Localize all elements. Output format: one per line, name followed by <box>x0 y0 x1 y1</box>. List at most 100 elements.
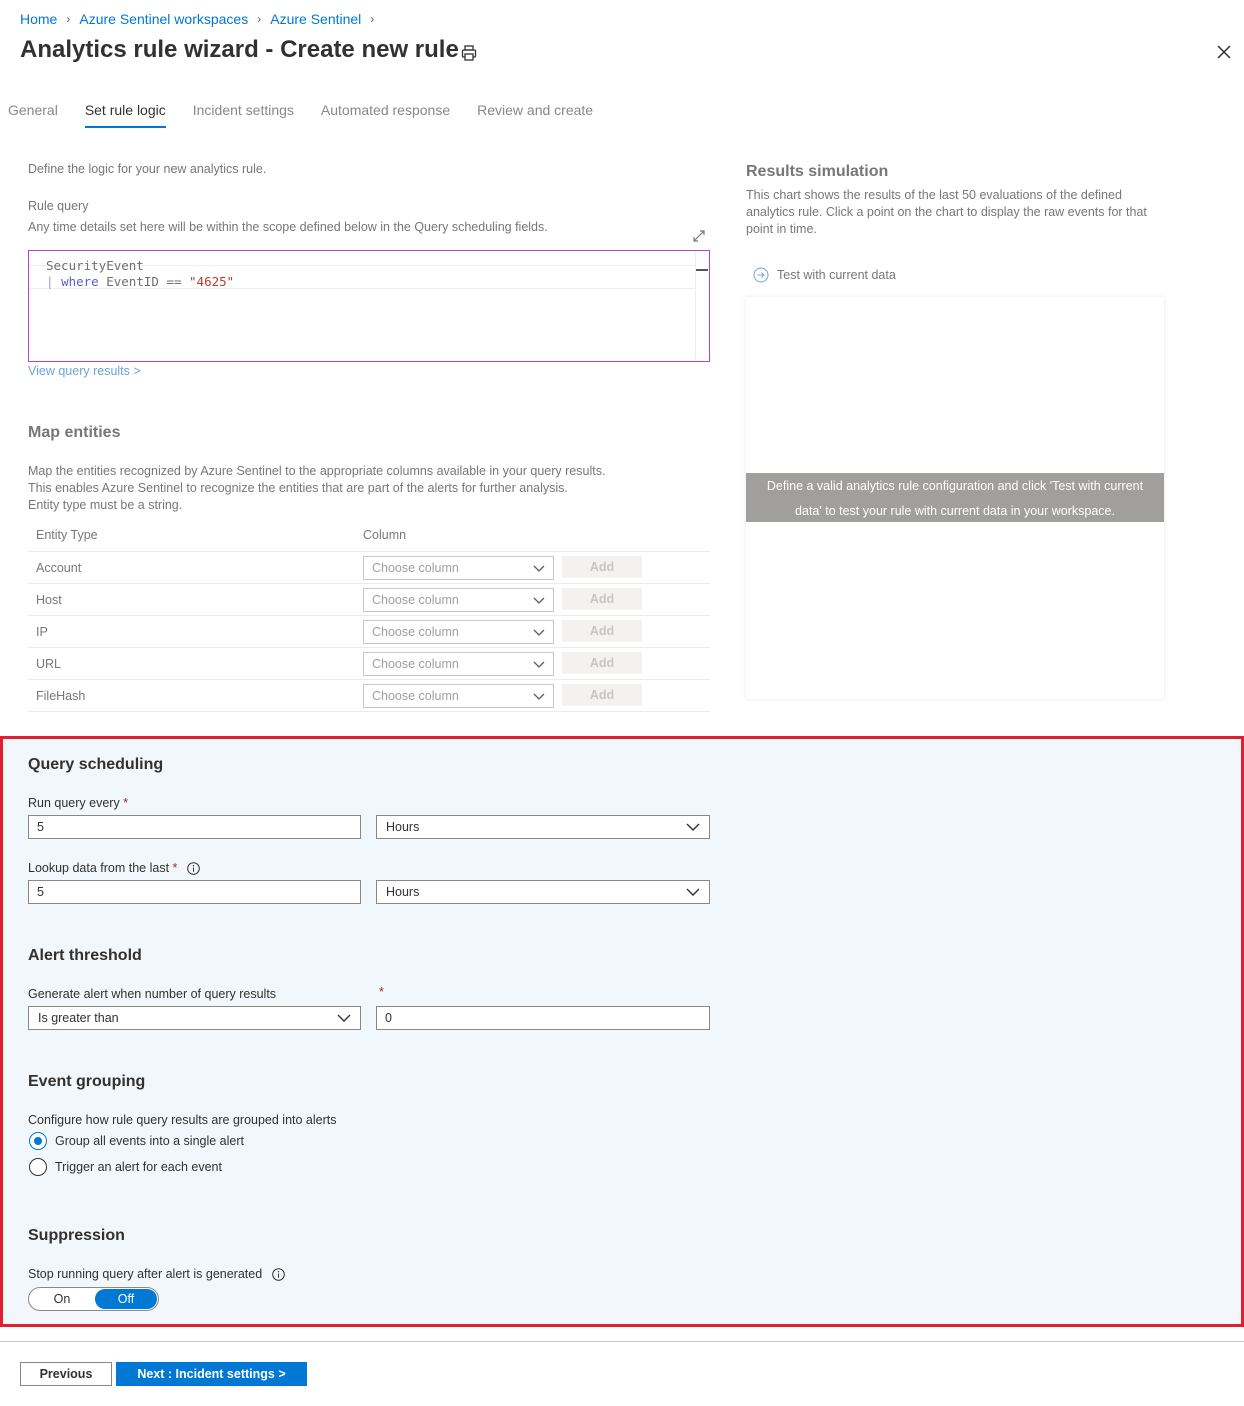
results-simulation-desc-1: This chart shows the results of the last… <box>746 188 1122 202</box>
col-column: Column <box>363 528 407 542</box>
expand-icon[interactable] <box>692 229 706 243</box>
results-simulation-desc-3: point in time. <box>746 222 817 236</box>
query-scheduling-heading: Query scheduling <box>28 756 164 773</box>
radio-group-each-event[interactable]: Trigger an alert for each event <box>29 1158 222 1176</box>
tab-automated-response[interactable]: Automated response <box>321 102 450 128</box>
breadcrumb-home[interactable]: Home <box>20 11 57 27</box>
event-grouping-label: Configure how rule query results are gro… <box>28 1113 337 1127</box>
entity-row-filehash: FileHash Choose column Add <box>28 680 710 712</box>
rule-query-label: Rule query <box>28 199 89 213</box>
add-button[interactable]: Add <box>562 556 642 578</box>
add-button[interactable]: Add <box>562 652 642 674</box>
entity-type-label: Account <box>36 561 82 575</box>
info-icon[interactable] <box>272 1267 285 1281</box>
choose-column-dropdown[interactable]: Choose column <box>363 620 554 644</box>
entity-row-url: URL Choose column Add <box>28 648 710 680</box>
intro-text: Define the logic for your new analytics … <box>28 162 267 176</box>
entity-type-label: Host <box>36 593 62 607</box>
simulation-banner: Define a valid analytics rule configurat… <box>746 473 1164 522</box>
required-mark: * <box>379 985 384 999</box>
chevron-down-icon <box>533 661 545 668</box>
tab-review-and-create[interactable]: Review and create <box>477 102 593 128</box>
suppression-label: Stop running query after alert is genera… <box>28 1267 285 1281</box>
radio-single-alert[interactable] <box>29 1132 47 1150</box>
map-entities-heading: Map entities <box>28 424 121 441</box>
lookup-data-input[interactable]: 5 <box>28 880 361 904</box>
event-grouping-heading: Event grouping <box>28 1073 146 1090</box>
chevron-right-icon: › <box>257 12 262 26</box>
breadcrumb-workspaces[interactable]: Azure Sentinel workspaces <box>79 11 248 27</box>
footer-divider <box>0 1341 1244 1342</box>
alert-threshold-heading: Alert threshold <box>28 947 142 964</box>
lookup-data-unit-dropdown[interactable]: Hours <box>376 880 710 904</box>
arrow-right-circle-icon <box>753 267 769 283</box>
lookup-data-label: Lookup data from the last * <box>28 861 201 875</box>
toggle-on-option[interactable]: On <box>29 1288 95 1310</box>
radio-each-event-label: Trigger an alert for each event <box>55 1160 222 1174</box>
info-icon[interactable] <box>187 861 201 875</box>
wizard-tabs: General Set rule logic Incident settings… <box>8 102 620 128</box>
rule-query-hint: Any time details set here will be within… <box>28 220 548 234</box>
entity-row-host: Host Choose column Add <box>28 584 710 616</box>
add-button[interactable]: Add <box>562 588 642 610</box>
chevron-down-icon <box>533 597 545 604</box>
query-scrollbar[interactable] <box>695 251 709 361</box>
threshold-operator-dropdown[interactable]: Is greater than <box>28 1006 361 1030</box>
chevron-down-icon <box>533 629 545 636</box>
alert-threshold-label: Generate alert when number of query resu… <box>28 987 277 1001</box>
threshold-value-input[interactable]: 0 <box>376 1006 710 1030</box>
query-editor[interactable]: SecurityEvent | where EventID == "4625" <box>28 250 710 362</box>
suppression-heading: Suppression <box>28 1227 125 1244</box>
results-simulation-heading: Results simulation <box>746 163 889 180</box>
suppression-toggle[interactable]: On Off <box>28 1287 159 1311</box>
next-incident-settings-button[interactable]: Next : Incident settings > <box>116 1362 307 1386</box>
choose-column-dropdown[interactable]: Choose column <box>363 588 554 612</box>
radio-group-single-alert[interactable]: Group all events into a single alert <box>29 1132 244 1150</box>
entity-type-label: FileHash <box>36 689 86 703</box>
chevron-down-icon <box>533 565 545 572</box>
query-line-1: SecurityEvent <box>46 258 144 273</box>
banner-line-1: Define a valid analytics rule configurat… <box>766 479 1144 493</box>
banner-line-2: data' to test your rule with current dat… <box>795 504 1115 518</box>
entity-type-label: IP <box>36 625 48 639</box>
chevron-down-icon <box>533 693 545 700</box>
map-entities-desc-3: Entity type must be a string. <box>28 498 183 512</box>
add-button[interactable]: Add <box>562 684 642 706</box>
add-button[interactable]: Add <box>562 620 642 642</box>
entity-type-label: URL <box>36 657 62 671</box>
toggle-off-option[interactable]: Off <box>95 1289 157 1309</box>
query-line-2: | where EventID == "4625" <box>46 274 235 289</box>
choose-column-dropdown[interactable]: Choose column <box>363 684 554 708</box>
map-entities-desc-1: Map the entities recognized by Azure Sen… <box>28 464 606 478</box>
entity-table-header: Entity Type Column <box>28 524 710 552</box>
radio-single-alert-label: Group all events into a single alert <box>55 1134 244 1148</box>
breadcrumb: Home › Azure Sentinel workspaces › Azure… <box>20 11 383 27</box>
entity-row-account: Account Choose column Add <box>28 552 710 584</box>
chevron-down-icon <box>686 823 700 831</box>
chevron-down-icon <box>337 1014 351 1022</box>
tab-incident-settings[interactable]: Incident settings <box>193 102 294 128</box>
breadcrumb-sentinel[interactable]: Azure Sentinel <box>270 11 361 27</box>
run-query-every-unit-dropdown[interactable]: Hours <box>376 815 710 839</box>
tab-general[interactable]: General <box>8 102 58 128</box>
choose-column-dropdown[interactable]: Choose column <box>363 556 554 580</box>
col-entity-type: Entity Type <box>36 528 98 542</box>
tab-set-rule-logic[interactable]: Set rule logic <box>84 102 166 128</box>
test-button-label: Test with current data <box>777 268 896 282</box>
page-title: Analytics rule wizard - Create new rule <box>20 36 459 63</box>
previous-button[interactable]: Previous <box>20 1362 112 1386</box>
run-query-every-label: Run query every * <box>28 796 129 810</box>
map-entities-desc-2: This enables Azure Sentinel to recognize… <box>28 481 568 495</box>
view-query-results-link[interactable]: View query results > <box>28 364 141 378</box>
results-simulation-desc-2: analytics rule. Click a point on the cha… <box>746 205 1147 219</box>
run-query-every-input[interactable]: 5 <box>28 815 361 839</box>
choose-column-dropdown[interactable]: Choose column <box>363 652 554 676</box>
entity-table: Entity Type Column Account Choose column… <box>28 524 710 712</box>
print-icon[interactable] <box>460 44 478 62</box>
test-with-current-data-button[interactable]: Test with current data <box>753 267 896 283</box>
chevron-right-icon: › <box>66 12 71 26</box>
close-icon[interactable] <box>1215 43 1233 61</box>
entity-row-ip: IP Choose column Add <box>28 616 710 648</box>
chevron-down-icon <box>686 888 700 896</box>
radio-each-event[interactable] <box>29 1158 47 1176</box>
